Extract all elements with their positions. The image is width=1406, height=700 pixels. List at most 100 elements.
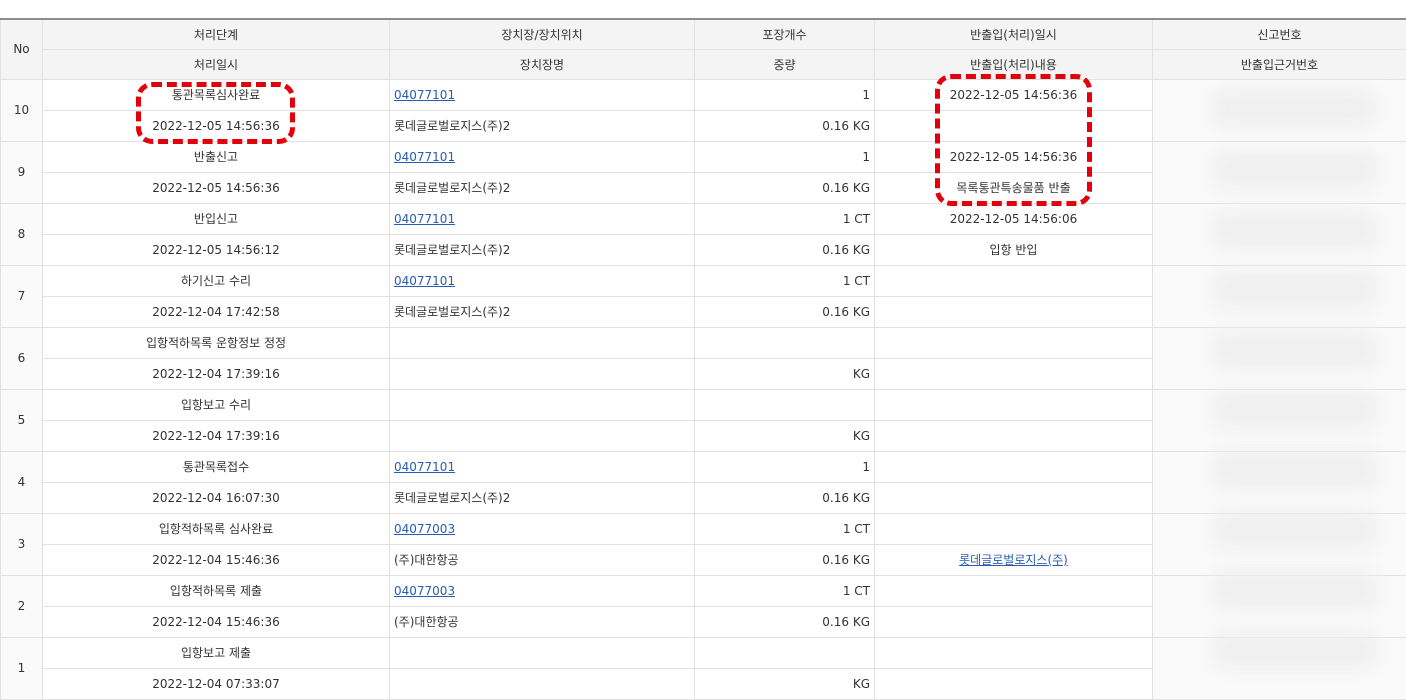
weight: 0.16 KG — [695, 110, 875, 141]
header-location-name: 장치장명 — [390, 49, 695, 79]
inout-content — [875, 606, 1153, 637]
redaction-blur — [1212, 630, 1378, 670]
location-name: 롯데글로벌로지스(주)2 — [390, 110, 695, 141]
inout-content-text: 입항 반입 — [990, 243, 1038, 257]
inout-datetime — [875, 389, 1153, 420]
processing-datetime: 2022-12-04 17:42:58 — [43, 296, 390, 327]
processing-stage: 하기신고 수리 — [43, 265, 390, 296]
weight: 0.16 KG — [695, 606, 875, 637]
processing-datetime: 2022-12-05 14:56:36 — [43, 110, 390, 141]
table-row: 7하기신고 수리040771011 CT — [1, 265, 1406, 296]
header-inout-basis-no: 반출입근거번호 — [1153, 49, 1406, 79]
location-code-link[interactable]: 04077101 — [394, 212, 455, 226]
inout-content — [875, 358, 1153, 389]
processing-datetime: 2022-12-04 17:39:16 — [43, 358, 390, 389]
processing-stage: 입항보고 제출 — [43, 637, 390, 668]
package-count: 1 CT — [695, 575, 875, 606]
location-cell: 04077101 — [390, 203, 695, 234]
package-count: 1 — [695, 141, 875, 172]
table-row: 5입항보고 수리 — [1, 389, 1406, 420]
row-no: 8 — [1, 203, 43, 265]
location-cell: 04077101 — [390, 451, 695, 482]
inout-content-text: 목록통관특송물품 반출 — [956, 181, 1070, 195]
processing-stage: 입항적하목록 제출 — [43, 575, 390, 606]
table-header: No 처리단계 장치장/장치위치 포장개수 반출입(처리)일시 신고번호 처리일… — [1, 19, 1406, 79]
processing-datetime: 2022-12-05 14:56:12 — [43, 234, 390, 265]
header-stage: 처리단계 — [43, 19, 390, 49]
redaction-blur — [1212, 450, 1378, 490]
row-no: 10 — [1, 79, 43, 141]
location-cell: 04077101 — [390, 265, 695, 296]
location-name: (주)대한항공 — [390, 606, 695, 637]
inout-datetime: 2022-12-05 14:56:06 — [875, 203, 1153, 234]
inout-datetime — [875, 513, 1153, 544]
location-code-link[interactable]: 04077101 — [394, 150, 455, 164]
inout-datetime — [875, 451, 1153, 482]
table-body: 10통관목록심사완료0407710112022-12-05 14:56:3620… — [1, 79, 1406, 699]
package-count: 1 CT — [695, 203, 875, 234]
package-count: 1 — [695, 79, 875, 110]
row-no: 9 — [1, 141, 43, 203]
row-no: 3 — [1, 513, 43, 575]
location-name — [390, 420, 695, 451]
header-declaration-no: 신고번호 — [1153, 19, 1406, 49]
processing-stage: 반출신고 — [43, 141, 390, 172]
package-count — [695, 389, 875, 420]
header-no: No — [1, 19, 43, 79]
location-code-link[interactable]: 04077003 — [394, 584, 455, 598]
package-count: 1 CT — [695, 513, 875, 544]
row-no: 6 — [1, 327, 43, 389]
weight: 0.16 KG — [695, 172, 875, 203]
weight: 0.16 KG — [695, 482, 875, 513]
table-row: 8반입신고040771011 CT2022-12-05 14:56:06 — [1, 203, 1406, 234]
processing-datetime: 2022-12-04 07:33:07 — [43, 668, 390, 699]
table-row: 3입항적하목록 심사완료040770031 CT — [1, 513, 1406, 544]
inout-content — [875, 296, 1153, 327]
header-inout-content: 반출입(처리)내용 — [875, 49, 1153, 79]
inout-datetime — [875, 265, 1153, 296]
redaction-blur — [1212, 330, 1378, 370]
redaction-blur — [1212, 88, 1378, 128]
inout-datetime: 2022-12-05 14:56:36 — [875, 79, 1153, 110]
processing-datetime: 2022-12-04 15:46:36 — [43, 606, 390, 637]
weight: 0.16 KG — [695, 234, 875, 265]
cargo-progress-table: No 처리단계 장치장/장치위치 포장개수 반출입(처리)일시 신고번호 처리일… — [0, 18, 1406, 700]
location-cell — [390, 389, 695, 420]
location-code-link[interactable]: 04077101 — [394, 274, 455, 288]
redaction-blur — [1212, 150, 1378, 190]
location-name — [390, 358, 695, 389]
package-count: 1 — [695, 451, 875, 482]
weight: KG — [695, 358, 875, 389]
header-inout-datetime: 반출입(처리)일시 — [875, 19, 1153, 49]
weight: 0.16 KG — [695, 544, 875, 575]
location-name — [390, 668, 695, 699]
inout-content: 목록통관특송물품 반출 — [875, 172, 1153, 203]
inout-datetime: 2022-12-05 14:56:36 — [875, 141, 1153, 172]
inout-content: 롯데글로벌로지스(주) — [875, 544, 1153, 575]
table-row: 6입항적하목록 운항정보 정정 — [1, 327, 1406, 358]
processing-datetime: 2022-12-04 15:46:36 — [43, 544, 390, 575]
inout-content-link[interactable]: 롯데글로벌로지스(주) — [959, 553, 1068, 567]
processing-stage: 통관목록접수 — [43, 451, 390, 482]
location-name: (주)대한항공 — [390, 544, 695, 575]
package-count: 1 CT — [695, 265, 875, 296]
location-code-link[interactable]: 04077101 — [394, 88, 455, 102]
table-row: 2입항적하목록 제출040770031 CT — [1, 575, 1406, 606]
processing-stage: 반입신고 — [43, 203, 390, 234]
redaction-blur — [1212, 570, 1378, 610]
location-name: 롯데글로벌로지스(주)2 — [390, 172, 695, 203]
table-row: 9반출신고0407710112022-12-05 14:56:36 — [1, 141, 1406, 172]
location-cell — [390, 637, 695, 668]
table-row: 4통관목록접수040771011 — [1, 451, 1406, 482]
inout-datetime — [875, 575, 1153, 606]
weight: KG — [695, 668, 875, 699]
processing-datetime: 2022-12-04 17:39:16 — [43, 420, 390, 451]
weight: KG — [695, 420, 875, 451]
location-code-link[interactable]: 04077101 — [394, 460, 455, 474]
processing-stage: 입항적하목록 운항정보 정정 — [43, 327, 390, 358]
inout-content — [875, 110, 1153, 141]
redaction-blur — [1212, 270, 1378, 310]
header-weight: 중량 — [695, 49, 875, 79]
location-code-link[interactable]: 04077003 — [394, 522, 455, 536]
location-name: 롯데글로벌로지스(주)2 — [390, 296, 695, 327]
